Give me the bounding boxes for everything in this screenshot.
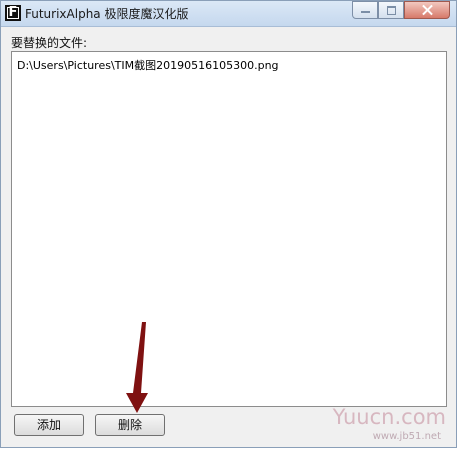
app-window: F FuturixAlpha 极限度魔汉化版 要替换的文件: D:\Users\… bbox=[0, 0, 457, 448]
watermark-text: Yuucn.com bbox=[332, 405, 446, 429]
down-arrow-icon bbox=[126, 322, 148, 413]
watermark-subtext: www.jb51.net bbox=[372, 431, 441, 442]
